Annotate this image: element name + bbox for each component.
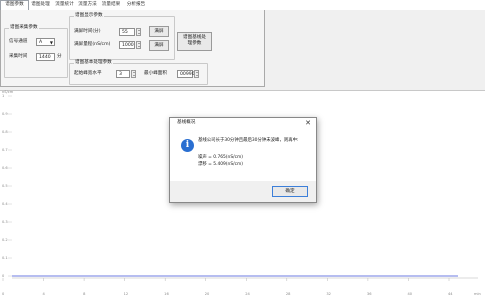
x-tick-label: 36 bbox=[366, 292, 372, 296]
y-tick-label: 0 bbox=[2, 274, 5, 278]
channel-select[interactable]: A ▼ bbox=[36, 38, 55, 46]
x-tick-label: 44 bbox=[448, 292, 453, 296]
dialog-message: 基线公司长于30分钟且最后30分钟未波峰，则再中: bbox=[198, 138, 299, 143]
tab-spectrum-processing[interactable]: 谱图处理 bbox=[28, 1, 53, 9]
min-area-label: 最小峰面积 bbox=[144, 71, 167, 76]
tab-flow-results[interactable]: 流量结果 bbox=[99, 1, 123, 9]
basic-processing-group: 谱图基本处理参数 起始峰宽水平 3 最小峰面积 00990 bbox=[69, 60, 208, 85]
x-tick-label: 8 bbox=[83, 292, 86, 296]
y-tick-label: 1 bbox=[2, 94, 5, 98]
x-tick-label: 0 bbox=[2, 292, 5, 296]
dialog-title: 基线概况 bbox=[177, 120, 196, 125]
display-group: 谱图显示参数 满屏时间(分) 55 满屏量程(nS/cm) 1000 满屏 满屏 bbox=[69, 13, 175, 60]
full-range-spinner[interactable] bbox=[136, 41, 141, 49]
acquisition-group-title: 谱图采集参数 bbox=[9, 25, 39, 31]
tab-flow-statistics[interactable]: 流量统计 bbox=[53, 1, 76, 9]
tab-analysis-report[interactable]: 分析报告 bbox=[124, 1, 148, 9]
x-tick-label: 24 bbox=[245, 292, 250, 296]
x-tick-label: 40 bbox=[407, 292, 413, 296]
tab-spectrum-params[interactable]: 谱图参数 bbox=[0, 0, 29, 10]
dialog-drift: 漂移 = 5.409(nS/cm) bbox=[198, 162, 243, 167]
acquisition-time-unit: 分 bbox=[57, 54, 62, 59]
x-unit-label: min bbox=[474, 292, 481, 296]
basic-processing-group-title: 谱图基本处理参数 bbox=[74, 60, 113, 66]
full-range-input[interactable]: 1000 bbox=[119, 41, 135, 49]
x-tick-label: 20 bbox=[204, 292, 210, 296]
y-tick-label: 0.5 bbox=[2, 184, 8, 188]
chevron-down-icon: ▼ bbox=[49, 40, 53, 45]
baseline-dialog: 基线概况 ✕ i 基线公司长于30分钟且最后30分钟未波峰，则再中: 噪声 = … bbox=[169, 117, 317, 203]
full-time-label: 满屏时间(分) bbox=[74, 29, 101, 34]
tab-flow-method[interactable]: 流量方法 bbox=[76, 1, 99, 9]
ok-button[interactable]: 确定 bbox=[272, 186, 308, 197]
tab-strip: 谱图参数 谱图处理 流量统计 流量方法 流量结果 分析报告 bbox=[0, 0, 485, 10]
x-tick-label: 4 bbox=[42, 292, 45, 296]
y-tick-label: 0.7 bbox=[2, 148, 8, 152]
acquisition-group: 谱图采集参数 信号通道 A ▼ 采集时间 1440 分 bbox=[4, 25, 68, 78]
info-icon: i bbox=[181, 139, 194, 152]
min-area-input[interactable]: 00990 bbox=[177, 70, 195, 78]
y-tick-label: 0.9 bbox=[2, 112, 8, 116]
dialog-footer: 确定 bbox=[170, 181, 316, 202]
y-tick-label: 0.6 bbox=[2, 166, 8, 170]
full-range-label: 满屏量程(nS/cm) bbox=[74, 42, 111, 47]
acquisition-time-label: 采集时间 bbox=[9, 54, 28, 59]
acquisition-time-input[interactable]: 1440 bbox=[36, 53, 55, 61]
start-width-input[interactable]: 3 bbox=[116, 70, 130, 78]
min-area-spinner[interactable] bbox=[194, 70, 199, 78]
full-time-spinner[interactable] bbox=[136, 28, 141, 36]
dialog-body: i 基线公司长于30分钟且最后30分钟未波峰，则再中: 噪声 = 0.765(n… bbox=[170, 128, 316, 181]
x-tick-label: 32 bbox=[326, 292, 331, 296]
full-time-input[interactable]: 55 bbox=[119, 28, 135, 36]
full-screen-button[interactable]: 满屏 bbox=[149, 26, 169, 37]
display-group-title: 谱图显示参数 bbox=[74, 13, 104, 19]
dialog-titlebar: 基线概况 ✕ bbox=[170, 118, 316, 128]
dialog-noise: 噪声 = 0.765(nS/cm) bbox=[198, 155, 243, 160]
y-tick-label: 0.3 bbox=[2, 220, 8, 224]
tab-content: 谱图采集参数 信号通道 A ▼ 采集时间 1440 分 谱图显示参数 满屏时间(… bbox=[0, 10, 265, 87]
x-tick-label: 16 bbox=[164, 292, 169, 296]
x-tick-label: 12 bbox=[123, 292, 129, 296]
start-width-label: 起始峰宽水平 bbox=[74, 71, 102, 76]
close-icon[interactable]: ✕ bbox=[305, 118, 311, 128]
y-tick-label: 0.8 bbox=[2, 130, 8, 134]
baseline-params-button[interactable]: 谱图基线处理参数 bbox=[177, 32, 212, 51]
start-width-spinner[interactable] bbox=[131, 70, 136, 78]
auto-scale-button[interactable]: 满屏 bbox=[149, 40, 169, 51]
channel-value: A bbox=[39, 40, 43, 45]
channel-label: 信号通道 bbox=[9, 39, 28, 44]
y-tick-label: 0.1 bbox=[2, 256, 8, 260]
y-tick-label: 0.4 bbox=[2, 202, 8, 206]
x-tick-label: 28 bbox=[285, 292, 291, 296]
y-tick-label: 0.2 bbox=[2, 238, 8, 242]
